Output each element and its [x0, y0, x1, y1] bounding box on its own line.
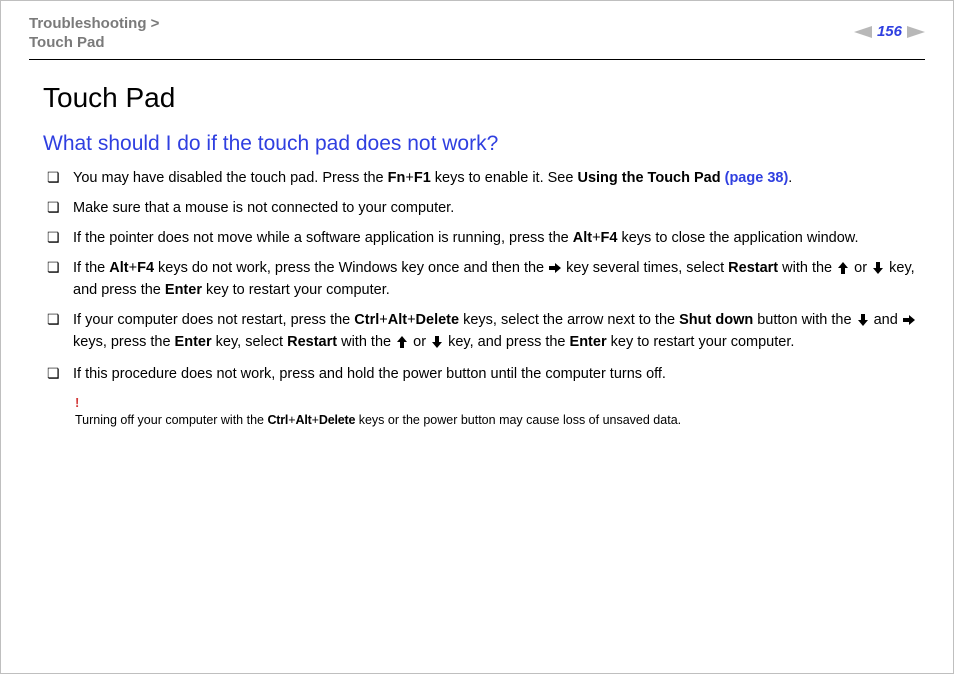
list-item: Make sure that a mouse is not connected … — [43, 198, 925, 228]
key-label: Enter — [570, 334, 607, 350]
list-item: If the pointer does not move while a sof… — [43, 228, 925, 258]
breadcrumb-page: Touch Pad — [29, 34, 105, 51]
triangle-left-icon — [854, 26, 872, 38]
key-label: Ctrl — [267, 413, 288, 427]
text: key to restart your computer. — [202, 282, 390, 298]
page-reference-link[interactable]: (page 38) — [725, 170, 789, 186]
text: button with the — [753, 312, 855, 328]
key-label: Alt — [109, 260, 128, 276]
key-label: Enter — [165, 282, 202, 298]
text: + — [288, 413, 295, 427]
text: You may have disabled the touch pad. Pre… — [73, 170, 388, 186]
text: + — [312, 413, 319, 427]
text: keys or the power button may cause loss … — [355, 413, 681, 427]
key-label: Delete — [416, 312, 460, 328]
text: . — [788, 170, 792, 186]
breadcrumb: Troubleshooting > Touch Pad — [29, 15, 159, 53]
warning-icon: ! — [75, 394, 925, 412]
text: key, select — [212, 334, 287, 350]
text: with the — [337, 334, 395, 350]
arrow-down-icon — [856, 312, 870, 332]
warning-text: Turning off your computer with the Ctrl+… — [75, 412, 925, 430]
text: If the pointer does not move while a sof… — [73, 230, 573, 246]
list-item: You may have disabled the touch pad. Pre… — [43, 168, 925, 198]
arrow-down-icon — [430, 334, 444, 354]
text: keys to close the application window. — [617, 230, 858, 246]
key-label: F4 — [601, 230, 618, 246]
next-page-button[interactable] — [907, 26, 925, 38]
document-page: Troubleshooting > Touch Pad 156 Touch Pa… — [0, 0, 954, 674]
text: keys do not work, press the Windows key … — [154, 260, 548, 276]
page-title: Touch Pad — [43, 78, 925, 117]
arrow-up-icon — [395, 334, 409, 354]
key-label: Ctrl — [354, 312, 379, 328]
prev-page-button[interactable] — [854, 26, 872, 38]
arrow-down-icon — [871, 260, 885, 280]
key-label: F1 — [414, 170, 431, 186]
list-item: If the Alt+F4 keys do not work, press th… — [43, 258, 925, 310]
breadcrumb-section: Troubleshooting — [29, 15, 147, 32]
warning-note: ! Turning off your computer with the Ctr… — [43, 394, 925, 430]
list-item: If your computer does not restart, press… — [43, 310, 925, 364]
key-label: Alt — [388, 312, 407, 328]
text: with the — [778, 260, 836, 276]
key-label: Alt — [296, 413, 312, 427]
key-label: Enter — [175, 334, 212, 350]
page-content: Touch Pad What should I do if the touch … — [29, 60, 925, 430]
page-header: Troubleshooting > Touch Pad 156 — [29, 15, 925, 60]
key-label: Restart — [728, 260, 778, 276]
text: + — [592, 230, 600, 246]
key-label: F4 — [137, 260, 154, 276]
key-label: Shut down — [679, 312, 753, 328]
text: + — [379, 312, 387, 328]
text: + — [405, 170, 413, 186]
arrow-up-icon — [836, 260, 850, 280]
list-item: If this procedure does not work, press a… — [43, 364, 925, 394]
text: If the — [73, 260, 109, 276]
link-label: Using the Touch Pad — [577, 170, 724, 186]
text: keys, press the — [73, 334, 175, 350]
key-label: Restart — [287, 334, 337, 350]
text: keys to enable it. See — [431, 170, 578, 186]
triangle-right-icon — [907, 26, 925, 38]
arrow-right-icon — [902, 312, 916, 332]
text: + — [407, 312, 415, 328]
text: + — [129, 260, 137, 276]
text: key, and press the — [444, 334, 569, 350]
breadcrumb-page-link[interactable]: Touch Pad — [29, 34, 105, 51]
text: Turning off your computer with the — [75, 413, 267, 427]
page-navigator: 156 — [854, 15, 925, 42]
text: If your computer does not restart, press… — [73, 312, 354, 328]
key-label: Delete — [319, 413, 355, 427]
text: key several times, select — [562, 260, 728, 276]
bullet-list: You may have disabled the touch pad. Pre… — [43, 168, 925, 394]
text: or — [850, 260, 871, 276]
text: or — [409, 334, 430, 350]
breadcrumb-sep: > — [147, 15, 160, 32]
text: key to restart your computer. — [607, 334, 795, 350]
text: and — [870, 312, 902, 328]
key-label: Alt — [573, 230, 592, 246]
page-number: 156 — [876, 21, 903, 42]
arrow-right-icon — [548, 260, 562, 280]
text: keys, select the arrow next to the — [459, 312, 679, 328]
breadcrumb-section-link[interactable]: Troubleshooting — [29, 15, 147, 32]
section-question: What should I do if the touch pad does n… — [43, 129, 925, 158]
key-label: Fn — [388, 170, 406, 186]
